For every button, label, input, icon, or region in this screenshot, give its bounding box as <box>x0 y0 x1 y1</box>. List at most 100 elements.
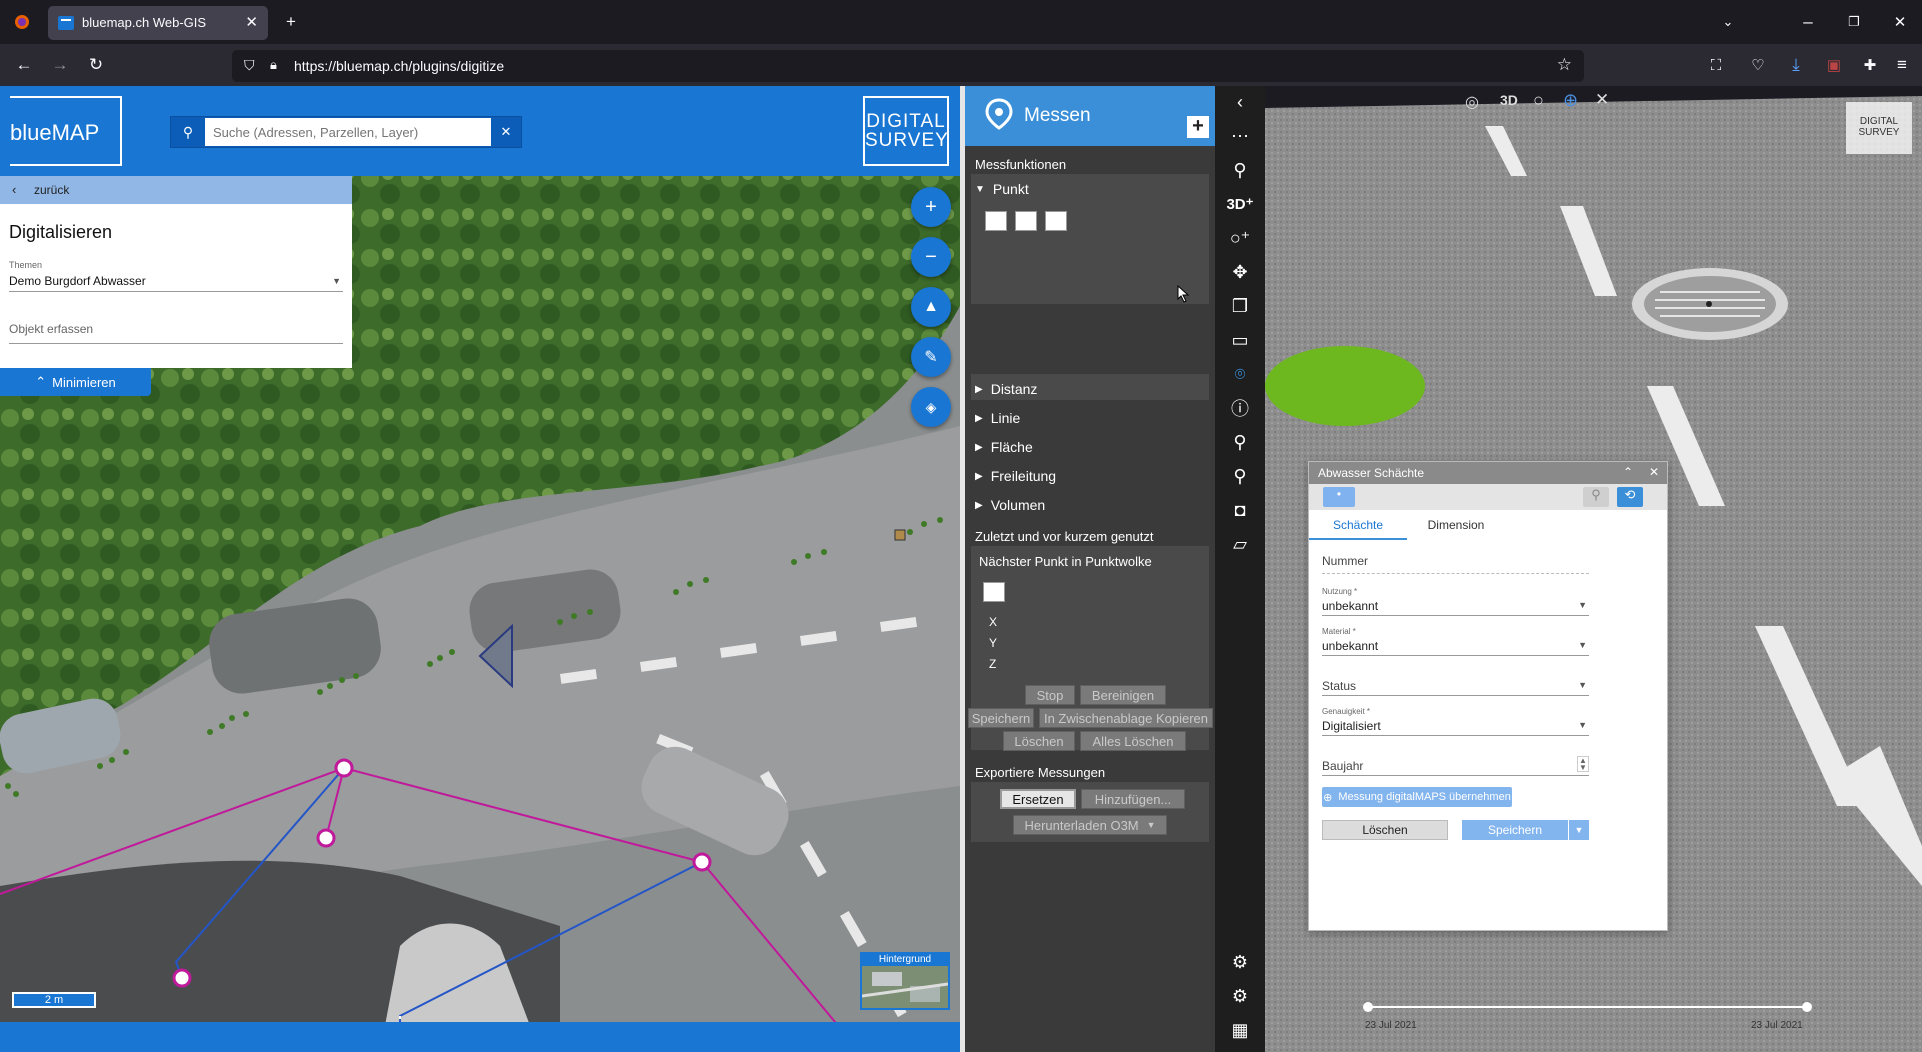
hamburger-menu-icon[interactable]: ≡ <box>1886 49 1918 81</box>
alles-loeschen-button[interactable]: Alles Löschen <box>1080 731 1186 751</box>
layers-icon[interactable]: ❐ <box>1215 290 1265 322</box>
clipboard-button[interactable]: In Zwischenablage Kopieren <box>1039 708 1213 728</box>
distanz-toggle[interactable]: ▶ Distanz <box>975 376 1205 402</box>
extension-icon[interactable]: ⛶ <box>1700 49 1732 81</box>
shield-icon[interactable]: ⛉ <box>244 57 255 74</box>
browser-tab[interactable]: bluemap.ch Web-GIS ✕ <box>48 6 268 40</box>
form-titlebar[interactable]: Abwasser Schächte ⌃ ✕ <box>1309 462 1667 484</box>
tab-schaechte[interactable]: Schächte <box>1309 510 1407 540</box>
draw-button[interactable]: ✎ <box>911 337 951 377</box>
add-3d-icon[interactable]: 3D⁺ <box>1215 188 1265 220</box>
flaeche-toggle[interactable]: ▶ Fläche <box>975 434 1205 460</box>
extensions-puzzle-icon[interactable]: ✚ <box>1854 49 1886 81</box>
back-bar[interactable]: ‹ zurück <box>0 176 352 204</box>
timeline-end-handle[interactable] <box>1802 1002 1812 1012</box>
tab-close-icon[interactable]: ✕ <box>245 13 258 31</box>
freileitung-toggle[interactable]: ▶ Freileitung <box>975 463 1205 489</box>
volumen-toggle[interactable]: ▶ Volumen <box>975 492 1205 518</box>
bookmark-star-icon[interactable]: ☆ <box>1557 55 1572 75</box>
minimize-window-icon[interactable]: – <box>1792 6 1824 38</box>
snap-icon[interactable]: ⟲ <box>1617 487 1643 507</box>
nearest-point-tool-icon[interactable] <box>983 582 1005 602</box>
download-o3m-button[interactable]: Herunterladen O3M ▼ <box>1013 815 1167 835</box>
pin-filled-icon[interactable]: ⚲ <box>1215 426 1265 458</box>
north-arrow-button[interactable]: ▲ <box>911 287 951 327</box>
camera-reset-icon[interactable]: ◎ <box>1465 92 1479 112</box>
zoom-in-button[interactable]: + <box>911 187 951 227</box>
close-window-icon[interactable]: ✕ <box>1884 6 1916 38</box>
hinzufuegen-button[interactable]: Hinzufügen... <box>1081 789 1185 809</box>
pocket-icon[interactable]: ♡ <box>1742 49 1774 81</box>
tab-dimension[interactable]: Dimension <box>1407 510 1505 540</box>
search-icon[interactable]: ⚲ <box>171 117 205 147</box>
settings-icon[interactable]: ⚙ <box>1215 980 1265 1012</box>
object-input[interactable]: Objekt erfassen <box>9 322 343 344</box>
collapse-chevron-icon[interactable]: ‹ <box>1215 86 1265 118</box>
add-circle-icon[interactable]: ○⁺ <box>1215 222 1265 254</box>
collapse-icon[interactable]: ⌃ <box>1623 465 1633 479</box>
camera-icon[interactable]: ◘ <box>1215 494 1265 526</box>
addon-icon[interactable]: ▣ <box>1818 49 1850 81</box>
back-icon[interactable]: ← <box>8 49 40 81</box>
crosshair-icon[interactable]: ⊕ <box>1563 90 1578 111</box>
zoom-to-icon[interactable]: ⚲ <box>1583 487 1609 507</box>
measure-active-icon[interactable]: ⌾ <box>1215 358 1265 390</box>
save-options-dropdown-icon[interactable]: ▼ <box>1569 820 1589 840</box>
minimize-button[interactable]: ⌃ Minimieren <box>0 368 151 396</box>
messung-uebernehmen-button[interactable]: ⊕ Messung digitalMAPS übernehmen <box>1322 787 1512 807</box>
add-measure-icon[interactable]: + <box>1187 116 1209 138</box>
reload-icon[interactable]: ↻ <box>80 49 112 81</box>
point-tool-ground-icon[interactable] <box>1045 211 1067 231</box>
status-select[interactable]: Status ▼ <box>1322 676 1589 696</box>
bookmark-icon[interactable]: ▱ <box>1215 528 1265 560</box>
timeline-start-handle[interactable] <box>1363 1002 1373 1012</box>
nutzung-select[interactable]: unbekannt ▼ <box>1322 596 1589 616</box>
speichern-button[interactable]: Speichern <box>968 708 1034 728</box>
stop-button[interactable]: Stop <box>1025 685 1075 705</box>
genauigkeit-select[interactable]: Digitalisiert ▼ <box>1322 716 1589 736</box>
bluemap-logo[interactable]: blueMAP <box>10 96 122 166</box>
settings-cog-outline-icon[interactable]: ⚙ <box>1215 946 1265 978</box>
circle-icon[interactable]: ○ <box>1533 90 1544 111</box>
background-switcher[interactable]: Hintergrund <box>860 952 950 1010</box>
map-view[interactable]: blueMAP ⚲ ✕ DIGITAL SURVEY ‹ zurück Digi… <box>0 86 960 1052</box>
delete-button[interactable]: Löschen <box>1322 820 1448 840</box>
more-dots-icon[interactable]: ⋯ <box>1215 120 1265 152</box>
zoom-out-button[interactable]: − <box>911 237 951 277</box>
new-tab-icon[interactable]: + <box>275 6 307 38</box>
dashboard-icon[interactable]: ▦ <box>1215 1014 1265 1046</box>
pin-outline-icon[interactable]: ⚲ <box>1215 460 1265 492</box>
info-icon[interactable]: ⓘ <box>1215 392 1265 424</box>
3d-cube-button[interactable]: ◈ <box>911 387 951 427</box>
url-field[interactable]: ⛉ 🔒︎ https://bluemap.ch/plugins/digitize… <box>232 50 1584 82</box>
tab-list-icon[interactable]: ⌄ <box>1712 6 1744 38</box>
linie-toggle[interactable]: ▶ Linie <box>975 405 1205 431</box>
point-tool-height-icon[interactable] <box>1015 211 1037 231</box>
timeline-track[interactable] <box>1367 1006 1807 1008</box>
search-input[interactable] <box>205 118 491 146</box>
3d-toggle[interactable]: 3D <box>1500 92 1518 108</box>
search-icon[interactable]: ⚲ <box>1215 154 1265 186</box>
baujahr-input[interactable]: Baujahr ▲ ▼ <box>1322 756 1589 776</box>
material-select[interactable]: unbekannt ▼ <box>1322 636 1589 656</box>
themen-select[interactable]: Demo Burgdorf Abwasser ▼ <box>9 272 343 292</box>
downloads-icon[interactable]: ⤓ <box>1780 49 1812 81</box>
lock-icon[interactable]: 🔒︎ <box>270 57 277 73</box>
panel-icon[interactable]: ▭ <box>1215 324 1265 356</box>
loeschen-button[interactable]: Löschen <box>1003 731 1075 751</box>
nummer-field[interactable]: Nummer <box>1322 554 1589 574</box>
point-toggle[interactable]: ▼ Punkt <box>975 176 1205 202</box>
close-view-icon[interactable]: ✕ <box>1595 90 1609 110</box>
search-clear-icon[interactable]: ✕ <box>491 117 521 147</box>
move-add-icon[interactable]: ✥ <box>1215 256 1265 288</box>
street-view-3d[interactable]: ◎ 3D ○ ⊕ ✕ DIGITAL SURVEY 23 Jul 2021 23… <box>1265 86 1922 1052</box>
form-close-icon[interactable]: ✕ <box>1649 465 1659 479</box>
number-stepper-icon[interactable]: ▲ ▼ <box>1577 756 1589 772</box>
firefox-menu-icon[interactable] <box>6 6 38 38</box>
point-mode-button[interactable]: • <box>1323 487 1355 507</box>
forward-icon[interactable]: → <box>44 49 76 81</box>
save-button[interactable]: Speichern <box>1462 820 1568 840</box>
restore-window-icon[interactable]: ❐ <box>1838 6 1870 38</box>
point-tool-surface-icon[interactable] <box>985 211 1007 231</box>
ersetzen-button[interactable]: Ersetzen <box>1000 789 1076 809</box>
